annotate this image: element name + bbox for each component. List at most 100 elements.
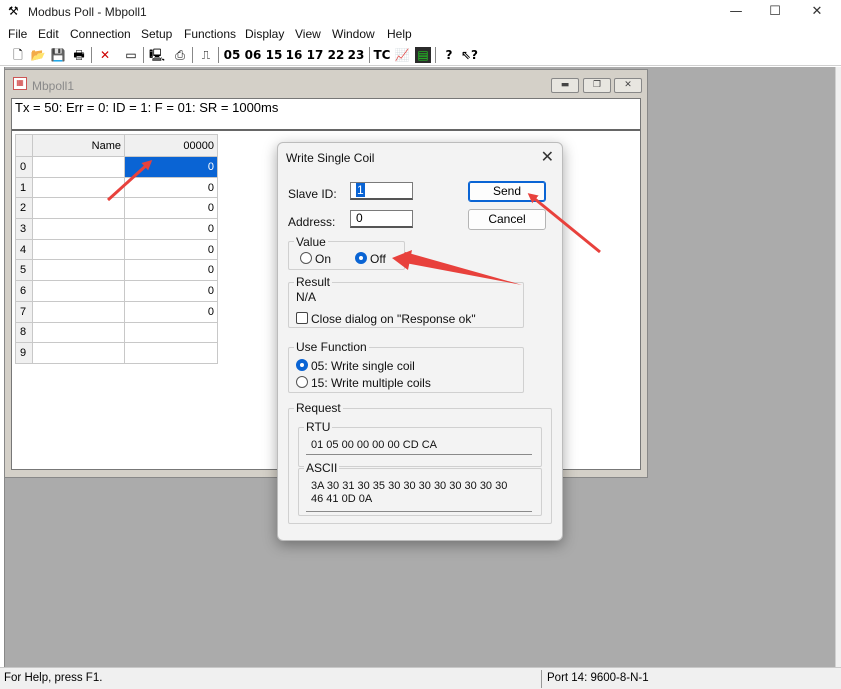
request-group-title: Request — [294, 401, 343, 415]
row-index: 6 — [15, 280, 33, 302]
open-icon[interactable]: 📂 — [30, 47, 46, 63]
toolbar-separator — [91, 47, 92, 63]
context-help-icon[interactable]: ⇖? — [461, 47, 478, 63]
status-separator — [12, 129, 640, 131]
print-icon[interactable]: 🖶 — [71, 47, 87, 63]
monitor-icon[interactable]: ▤ — [415, 47, 431, 63]
fc-15-button[interactable]: 15 — [264, 46, 284, 64]
menu-functions[interactable]: Functions — [184, 27, 236, 41]
delete-icon[interactable]: ✕ — [97, 47, 113, 63]
help-icon[interactable]: ? — [441, 47, 457, 63]
mbpoll1-titlebar[interactable]: ▦ Mbpoll1 ▬ ❐ ✕ — [5, 70, 647, 98]
fc-05-button[interactable]: 05 — [222, 46, 242, 64]
value-on-radio[interactable] — [300, 252, 312, 264]
fc-23-button[interactable]: 23 — [346, 46, 366, 64]
func-15-radio[interactable] — [296, 376, 308, 388]
func-05-radio[interactable] — [296, 359, 308, 371]
menu-edit[interactable]: Edit — [38, 27, 59, 41]
register-grid: Name 00000 0 0 1 0 2 0 3 0 4 0 5 0 6 0 7… — [15, 134, 218, 364]
value-group-title: Value — [294, 235, 328, 249]
row-value-cell[interactable]: 0 — [124, 300, 218, 323]
table-row[interactable]: 5 0 — [15, 259, 218, 282]
row-index: 3 — [15, 218, 33, 240]
row-value-cell[interactable] — [124, 321, 218, 344]
fc-16-button[interactable]: 16 — [284, 46, 304, 64]
menu-connection[interactable]: Connection — [70, 27, 131, 41]
row-value-cell-selected[interactable]: 0 — [124, 156, 218, 178]
fc-22-button[interactable]: 22 — [326, 46, 346, 64]
row-name-cell[interactable] — [32, 321, 125, 344]
connect-icon[interactable]: 🖳 — [149, 47, 165, 63]
func-15-label: 15: Write multiple coils — [311, 376, 431, 390]
row-value-cell[interactable]: 0 — [124, 259, 218, 282]
pulse-icon[interactable]: ⎍ — [198, 47, 214, 63]
row-name-cell[interactable] — [32, 280, 125, 302]
dialog-close-icon[interactable]: ✕ — [541, 147, 554, 166]
row-value-cell[interactable]: 0 — [124, 218, 218, 240]
vertical-scrollbar[interactable] — [836, 67, 841, 667]
ascii-line-1: 3A 30 31 30 35 30 30 30 30 30 30 30 30 — [311, 480, 508, 492]
row-index: 0 — [15, 156, 33, 178]
graph-icon[interactable]: 📈 — [394, 47, 410, 63]
value-on-label: On — [315, 252, 332, 266]
table-row[interactable]: 6 0 — [15, 280, 218, 302]
poll-document-icon: ▦ — [13, 77, 27, 90]
ascii-request-field[interactable]: 3A 30 31 30 35 30 30 30 30 30 30 30 30 4… — [306, 478, 532, 512]
menu-setup[interactable]: Setup — [141, 27, 172, 41]
row-value-cell[interactable]: 0 — [124, 176, 218, 199]
row-name-cell[interactable] — [32, 197, 125, 220]
row-value-cell[interactable]: 0 — [124, 280, 218, 302]
table-row[interactable]: 8 — [15, 321, 218, 344]
table-row[interactable]: 9 — [15, 342, 218, 364]
table-row[interactable]: 0 0 — [15, 156, 218, 178]
cancel-button[interactable]: Cancel — [468, 209, 546, 230]
write-single-coil-dialog: Write Single Coil ✕ Slave ID: 1 Address:… — [277, 142, 563, 541]
table-row[interactable]: 1 0 — [15, 176, 218, 199]
row-name-cell[interactable] — [32, 218, 125, 240]
grid-corner — [15, 134, 33, 157]
new-icon[interactable]: 🗋 — [10, 47, 26, 63]
row-name-cell[interactable] — [32, 300, 125, 323]
row-name-cell[interactable] — [32, 342, 125, 364]
fc-06-button[interactable]: 06 — [243, 46, 263, 64]
child-close-button[interactable]: ✕ — [614, 78, 642, 93]
maximize-button[interactable]: ☐ — [760, 2, 790, 22]
row-name-cell[interactable] — [32, 259, 125, 282]
table-row[interactable]: 3 0 — [15, 218, 218, 240]
value-off-label: Off — [370, 252, 386, 266]
toolbar-separator — [143, 47, 144, 63]
row-value-cell[interactable] — [124, 342, 218, 364]
row-value-cell[interactable]: 0 — [124, 238, 218, 261]
row-name-cell[interactable] — [32, 156, 125, 178]
child-restore-button[interactable]: ❐ — [583, 78, 611, 93]
table-row[interactable]: 4 0 — [15, 238, 218, 261]
send-button[interactable]: Send — [468, 181, 546, 202]
row-index: 5 — [15, 259, 33, 282]
row-value-cell[interactable]: 0 — [124, 197, 218, 220]
menu-file[interactable]: File — [8, 27, 27, 41]
table-row[interactable]: 2 0 — [15, 197, 218, 220]
close-on-ok-label: Close dialog on "Response ok" — [311, 312, 476, 326]
use-function-group-title: Use Function — [294, 340, 369, 354]
tc-button[interactable]: TC — [372, 46, 392, 64]
close-button[interactable]: ✕ — [802, 2, 832, 22]
rtu-request-field[interactable]: 01 05 00 00 00 00 CD CA — [306, 437, 532, 455]
minimize-button[interactable]: — — [721, 2, 751, 22]
row-name-cell[interactable] — [32, 176, 125, 199]
table-row[interactable]: 7 0 — [15, 300, 218, 323]
save-icon[interactable]: 💾 — [50, 47, 66, 63]
slave-id-field[interactable]: 1 — [350, 182, 413, 200]
close-on-ok-checkbox[interactable] — [296, 312, 308, 324]
menu-help[interactable]: Help — [387, 27, 412, 41]
menu-window[interactable]: Window — [332, 27, 375, 41]
value-off-radio[interactable] — [355, 252, 367, 264]
menu-display[interactable]: Display — [245, 27, 284, 41]
window-icon[interactable]: ▭ — [123, 47, 139, 63]
menu-view[interactable]: View — [295, 27, 321, 41]
child-minimize-button[interactable]: ▬ — [551, 78, 579, 93]
row-name-cell[interactable] — [32, 238, 125, 261]
disconnect-icon[interactable]: ⎙ — [172, 47, 188, 63]
toolbar-separator — [435, 47, 436, 63]
address-field[interactable]: 0 — [350, 210, 413, 228]
fc-17-button[interactable]: 17 — [305, 46, 325, 64]
